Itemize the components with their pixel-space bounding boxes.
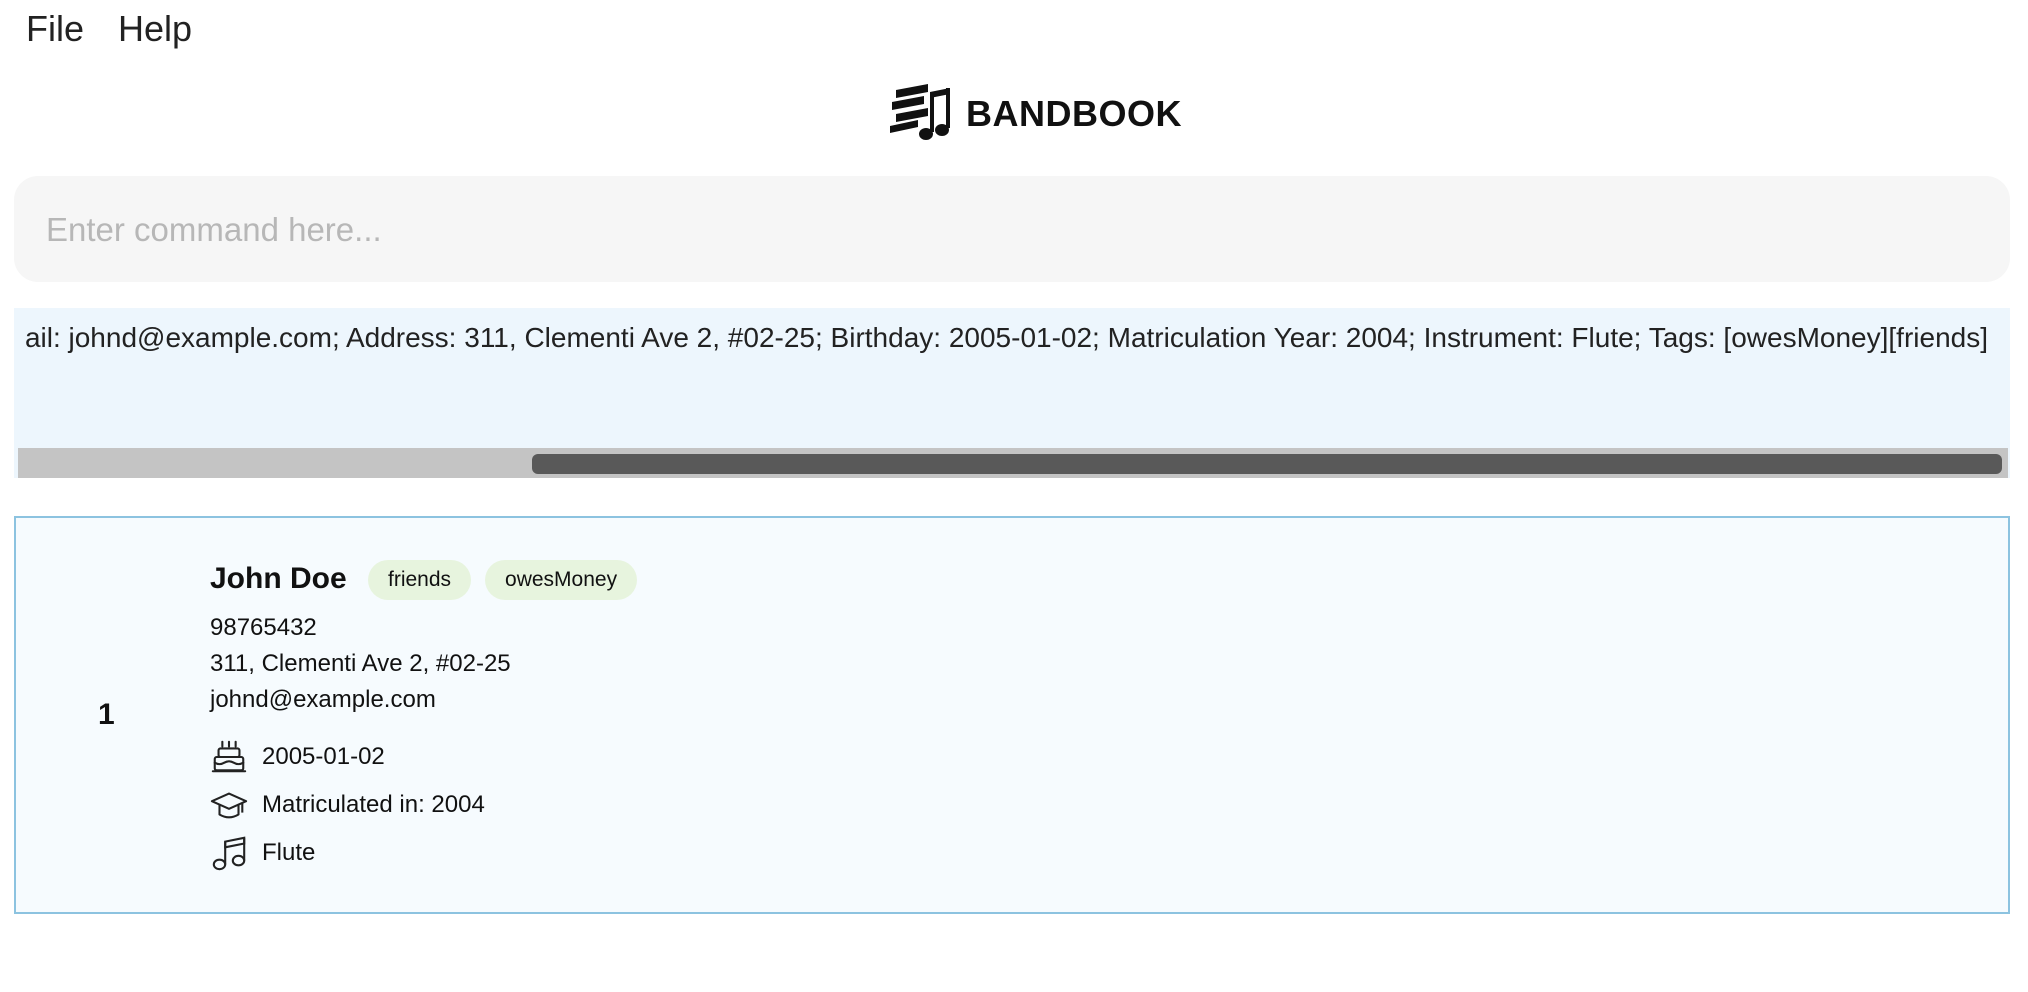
- app-title: BANDBOOK: [966, 93, 1182, 134]
- horizontal-scrollbar[interactable]: [18, 448, 2008, 478]
- result-display: ail: johnd@example.com; Address: 311, Cl…: [14, 308, 2010, 478]
- person-card[interactable]: 1 John Doe friends owesMoney 98765432 31…: [14, 516, 2010, 914]
- person-instrument: Flute: [262, 839, 316, 866]
- person-name: John Doe: [210, 562, 347, 595]
- matriculation-row: Matriculated in: 2004: [210, 786, 485, 824]
- menu-bar: File Help: [0, 0, 2028, 60]
- birthday-row: 2005-01-02: [210, 738, 385, 776]
- menu-file[interactable]: File: [26, 8, 84, 50]
- scrollbar-thumb[interactable]: [532, 454, 2002, 474]
- person-birthday: 2005-01-02: [262, 743, 385, 770]
- tag-list: friends owesMoney: [368, 560, 638, 600]
- instrument-row: Flute: [210, 834, 315, 872]
- person-index: 1: [98, 698, 115, 731]
- music-book-logo-icon: [890, 84, 950, 140]
- music-note-icon: [212, 836, 246, 871]
- app-brand: BANDBOOK: [888, 80, 1182, 148]
- person-address: 311, Clementi Ave 2, #02-25: [210, 650, 511, 677]
- person-phone: 98765432: [210, 614, 317, 641]
- tag: friends: [368, 560, 472, 600]
- tag: owesMoney: [485, 560, 638, 600]
- person-email: johnd@example.com: [210, 686, 436, 713]
- result-text: ail: johnd@example.com; Address: 311, Cl…: [24, 322, 1988, 353]
- graduation-cap-icon: [210, 792, 248, 819]
- command-box: [14, 176, 2010, 282]
- command-input[interactable]: [44, 202, 1978, 258]
- menu-help[interactable]: Help: [118, 8, 192, 50]
- person-matriculation: Matriculated in: 2004: [262, 791, 485, 818]
- cake-icon: [211, 740, 247, 773]
